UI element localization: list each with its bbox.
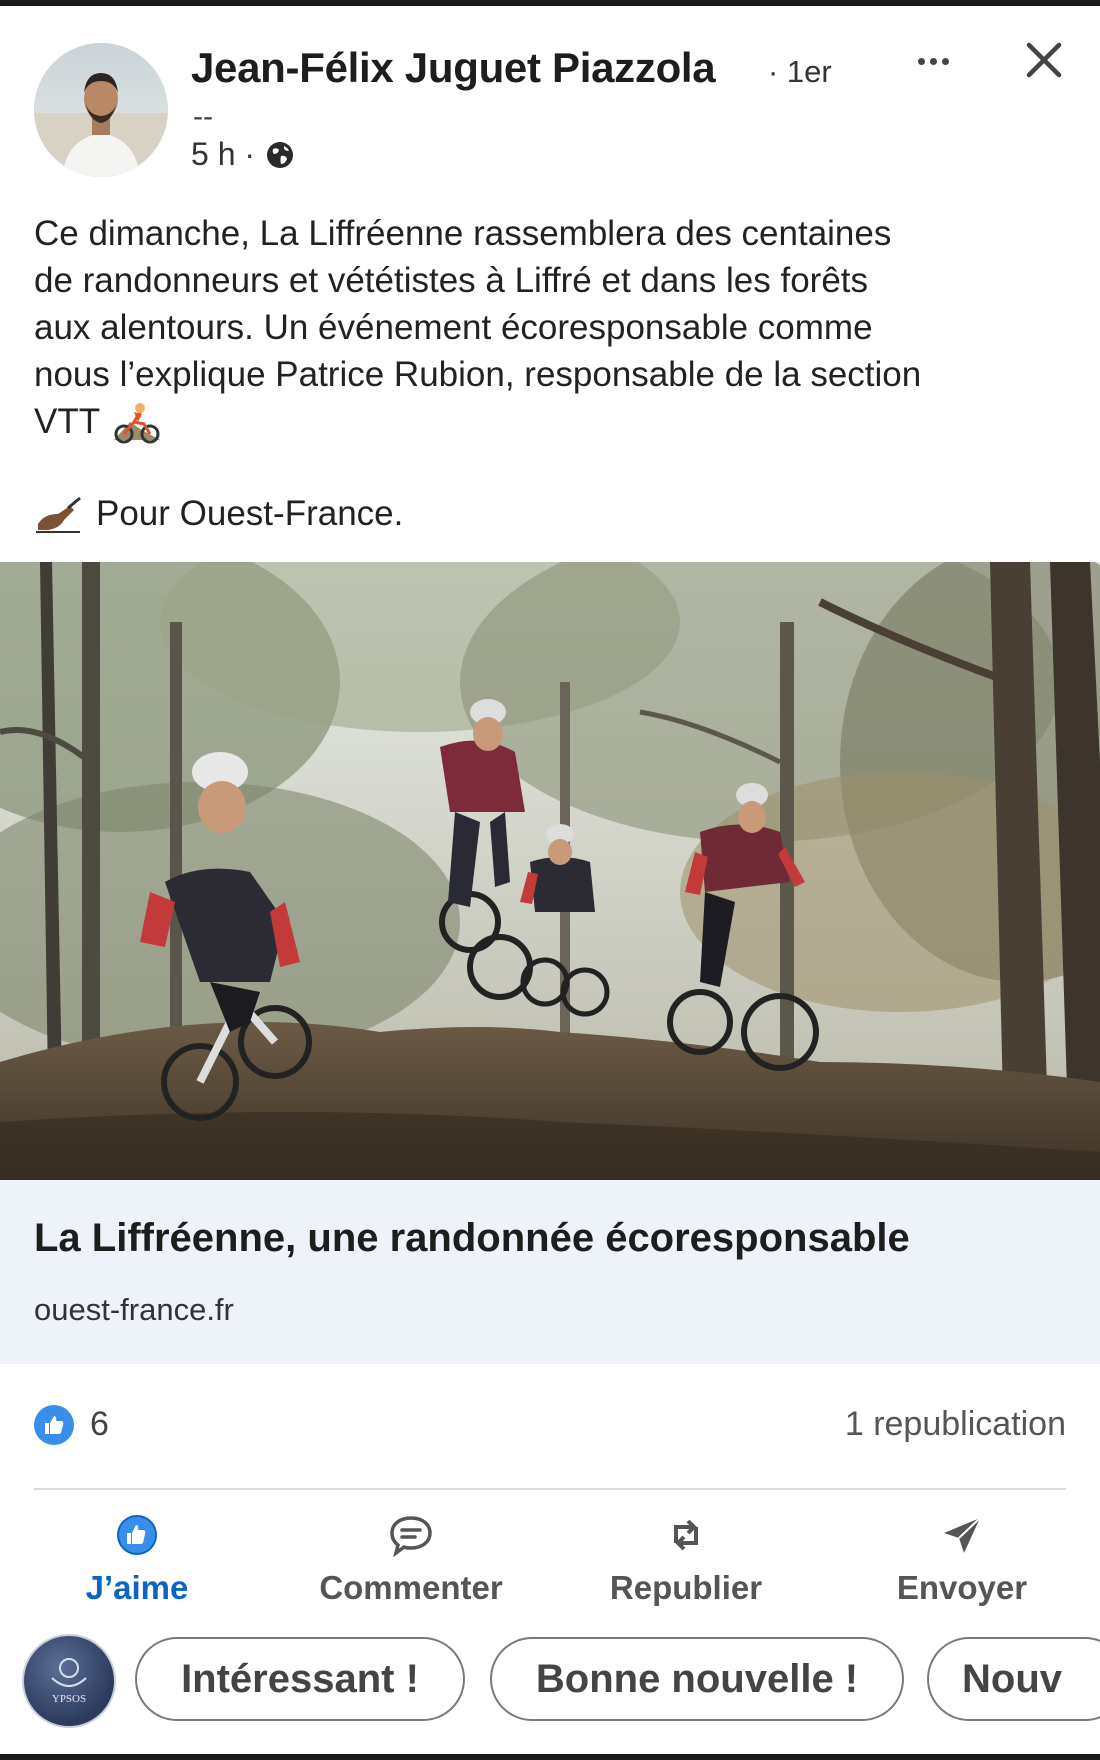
top-edge [0, 0, 1100, 6]
suggestion-chip-interesting[interactable]: Intéressant ! [135, 1637, 465, 1721]
author-name[interactable]: Jean-Félix Juguet Piazzola [191, 44, 716, 92]
send-label: Envoyer [896, 1569, 1028, 1606]
send-button[interactable]: Envoyer [842, 1505, 1082, 1615]
post-screen: Jean-Félix Juguet Piazzola · 1er -- 5 h … [0, 0, 1100, 1760]
like-reaction-badge[interactable] [34, 1405, 74, 1445]
mountain-biker-emoji [114, 402, 161, 443]
post-text-line: VTT [34, 402, 101, 441]
post-image[interactable] [0, 562, 1100, 1180]
link-preview-domain: ouest-france.fr [34, 1292, 234, 1327]
post-byline: Pour Ouest-France. [34, 494, 403, 534]
post-text-line-last: VTT [34, 398, 1074, 445]
like-count[interactable]: 6 [90, 1405, 109, 1444]
reply-suggestions: YPSOS Intéressant ! Bonne nouvelle ! Nou… [0, 1630, 1100, 1730]
suggestion-chip-more[interactable]: Nouv [927, 1637, 1100, 1721]
post-body: Ce dimanche, La Liffréenne rassemblera d… [34, 210, 1074, 445]
repost-button[interactable]: Republier [566, 1505, 806, 1615]
post-timestamp-row: 5 h · [191, 136, 295, 173]
comment-label: Commenter [319, 1569, 503, 1606]
viewer-avatar[interactable]: YPSOS [22, 1634, 116, 1728]
byline-text: Pour Ouest-France. [96, 494, 404, 533]
repost-icon [674, 1519, 698, 1551]
close-icon [1026, 42, 1062, 78]
post-time: 5 h · [191, 136, 256, 172]
author-headline: -- [193, 100, 213, 133]
viewer-logo-icon: YPSOS [51, 1658, 87, 1705]
author-avatar[interactable] [34, 43, 168, 177]
repost-count[interactable]: 1 republication [845, 1405, 1066, 1444]
thumbs-up-icon [117, 1515, 157, 1555]
link-preview-card[interactable]: La Liffréenne, une randonnée écoresponsa… [0, 1180, 1100, 1364]
bottom-edge [0, 1754, 1100, 1760]
post-text-line: aux alentours. Un événement écoresponsab… [34, 308, 873, 347]
post-text-line: de randonneurs et vététistes à Liffré et… [34, 261, 869, 300]
link-preview-title[interactable]: La Liffréenne, une randonnée écoresponsa… [34, 1216, 910, 1261]
thumbs-up-icon [45, 1416, 64, 1434]
connection-degree: · 1er [768, 54, 832, 89]
mountain-bikers-in-forest-photo [0, 562, 1100, 1180]
post-text-line: Ce dimanche, La Liffréenne rassemblera d… [34, 214, 892, 253]
suggestion-chip-good-news[interactable]: Bonne nouvelle ! [490, 1637, 904, 1721]
close-button[interactable] [1022, 38, 1066, 82]
viewer-logo-text: YPSOS [52, 1693, 86, 1705]
comment-icon [390, 1516, 432, 1557]
like-button[interactable]: J’aime [17, 1505, 257, 1615]
post-text-line: nous l’explique Patrice Rubion, responsa… [34, 355, 922, 394]
like-label: J’aime [85, 1569, 189, 1606]
action-bar: J’aime Commenter Republier Envoyer [0, 1505, 1100, 1615]
comment-button[interactable]: Commenter [291, 1505, 531, 1615]
more-options-icon [917, 57, 925, 65]
more-options-button[interactable] [908, 46, 958, 76]
repost-label: Republier [609, 1569, 763, 1606]
social-counts: 6 1 republication [34, 1400, 1066, 1450]
send-icon [944, 1517, 981, 1553]
globe-icon [267, 141, 294, 168]
author-avatar-image [34, 43, 168, 177]
writing-hand-emoji [36, 496, 81, 533]
divider [34, 1488, 1066, 1490]
